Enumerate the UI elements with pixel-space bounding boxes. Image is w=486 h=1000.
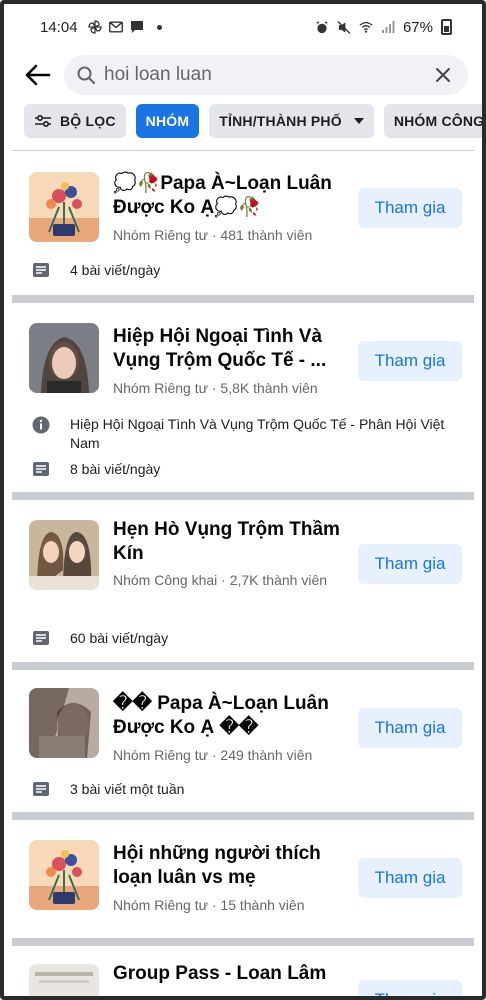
filter-chip-filters[interactable]: BỘ LỌC [24, 104, 126, 138]
post-frequency-text: 3 bài viết một tuần [70, 781, 185, 797]
posts-icon [33, 263, 49, 277]
divider [12, 150, 474, 151]
group-result[interactable]: Hiệp Hội Ngoại Tình Và Vụng Trộm Quốc Tế… [12, 303, 474, 492]
join-button[interactable]: Tham gia [358, 341, 462, 381]
join-button[interactable]: Tham gia [358, 980, 462, 996]
filter-chip-public-groups[interactable]: NHÓM CÔNG [383, 104, 482, 138]
post-frequency: 3 bài viết một tuần [32, 781, 184, 797]
filter-chips: BỘ LỌC NHÓM TỈNH/THÀNH PHỐ NHÓM CÔNG [24, 104, 482, 138]
group-result[interactable]: Group Pass - Loan Lâm Tham gia [12, 946, 474, 996]
group-meta: Nhóm Riêng tư · 5,8K thành viên [113, 380, 318, 396]
result-separator [12, 492, 474, 500]
result-separator [12, 662, 474, 670]
join-button[interactable]: Tham gia [358, 188, 462, 228]
group-avatar [29, 964, 99, 996]
filter-chip-label: TỈNH/THÀNH PHỐ [219, 113, 342, 129]
close-icon [436, 68, 450, 82]
post-frequency: 4 bài viết/ngày [32, 262, 160, 278]
group-meta: Nhóm Riêng tư · 481 thành viên [113, 227, 313, 243]
battery-icon [441, 19, 452, 35]
result-separator [12, 295, 474, 303]
post-frequency: 60 bài viết/ngày [32, 630, 168, 646]
filter-chip-label: BỘ LỌC [60, 113, 116, 129]
post-frequency-text: 60 bài viết/ngày [70, 630, 169, 646]
gmail-icon [108, 20, 123, 34]
group-title[interactable]: Hiệp Hội Ngoại Tình Và Vụng Trộm Quốc Tế… [113, 325, 345, 373]
group-title[interactable]: �� Papa À~Loạn Luân Được Ko Ạ �� [113, 692, 345, 740]
group-result[interactable]: Hội những người thích loạn luân vs mẹ Nh… [12, 820, 474, 938]
search-input[interactable]: hoi loan luan [64, 55, 468, 95]
group-avatar [29, 840, 99, 910]
group-title[interactable]: Group Pass - Loan Lâm [113, 962, 345, 986]
group-meta: Nhóm Riêng tư · 249 thành viên [113, 747, 313, 763]
group-result[interactable]: 💭🥀Papa À~Loạn Luân Được Ko Ạ💭🥀 Nhóm Riên… [12, 152, 474, 295]
filter-chip-label: NHÓM CÔNG [393, 113, 482, 129]
result-separator [12, 938, 474, 946]
post-frequency-text: 8 bài viết/ngày [70, 461, 161, 477]
battery-percent: 67% [402, 18, 433, 36]
group-title[interactable]: Hội những người thích loạn luân vs mẹ [113, 842, 345, 890]
search-header: hoi loan luan [4, 52, 482, 98]
clear-search-button[interactable] [432, 64, 454, 86]
join-button[interactable]: Tham gia [358, 544, 462, 584]
group-result[interactable]: �� Papa À~Loạn Luân Được Ko Ạ �� Nhóm Ri… [12, 670, 474, 812]
search-icon [77, 66, 96, 85]
group-result[interactable]: Hẹn Hò Vụng Trộm Thầm Kín Nhóm Công khai… [12, 500, 474, 662]
join-button[interactable]: Tham gia [358, 708, 462, 748]
phone-screen: 14:04 67% hoi loan luan BỘ LỌC NHÓM TỈNH… [0, 0, 486, 1000]
group-avatar [29, 688, 99, 758]
result-separator [12, 812, 474, 820]
status-bar: 14:04 67% [4, 4, 482, 50]
search-query: hoi loan luan [104, 64, 212, 85]
filter-chip-label: NHÓM [145, 113, 190, 129]
group-description-text: Hiệp Hội Ngoại Tình Và Vụng Trộm Quốc Tế… [70, 416, 445, 451]
filter-chip-city[interactable]: TỈNH/THÀNH PHỐ [209, 104, 374, 138]
posts-icon [33, 462, 49, 476]
mute-icon [337, 20, 351, 34]
results-list: 💭🥀Papa À~Loạn Luân Được Ko Ạ💭🥀 Nhóm Riên… [12, 152, 474, 996]
message-icon [130, 20, 144, 34]
sliders-icon [35, 114, 51, 128]
group-description: Hiệp Hội Ngoại Tình Và Vụng Trộm Quốc Tế… [32, 415, 454, 453]
filter-chip-groups[interactable]: NHÓM [135, 104, 200, 138]
post-frequency: 8 bài viết/ngày [32, 461, 160, 477]
group-title[interactable]: Hẹn Hò Vụng Trộm Thầm Kín [113, 518, 345, 566]
wifi-icon [359, 20, 373, 34]
pinwheel-icon [87, 20, 102, 34]
join-button[interactable]: Tham gia [358, 858, 462, 898]
signal-icon [381, 20, 395, 34]
back-button[interactable] [22, 59, 54, 91]
posts-icon [33, 631, 49, 645]
alarm-icon [315, 20, 329, 34]
dropdown-caret-icon [353, 118, 364, 124]
group-meta: Nhóm Công khai · 2,7K thành viên [113, 572, 328, 588]
group-avatar [29, 520, 99, 590]
post-frequency-text: 4 bài viết/ngày [70, 262, 161, 278]
group-title[interactable]: 💭🥀Papa À~Loạn Luân Được Ko Ạ💭🥀 [113, 172, 345, 220]
status-time: 14:04 [40, 18, 78, 36]
back-arrow-icon [25, 64, 51, 86]
posts-icon [33, 782, 49, 796]
notification-dot-icon [156, 24, 162, 30]
info-icon [32, 416, 50, 434]
group-avatar [29, 172, 99, 242]
group-meta: Nhóm Riêng tư · 15 thành viên [113, 897, 305, 913]
group-avatar [29, 323, 99, 393]
